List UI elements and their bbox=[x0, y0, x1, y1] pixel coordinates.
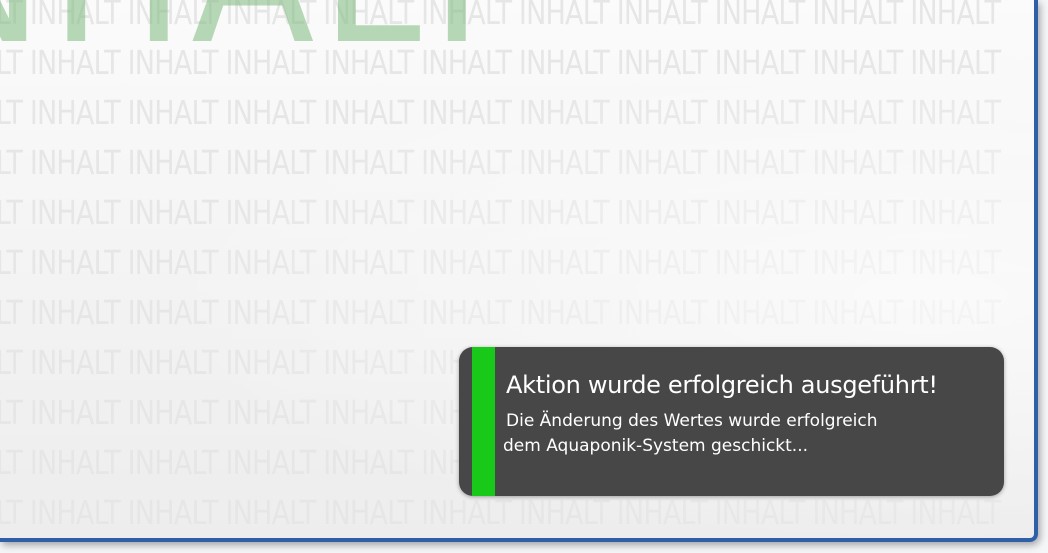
watermark-row: INHALT INHALT INHALT INHALT INHALT INHAL… bbox=[0, 293, 1001, 332]
page-title: INHALT bbox=[0, 0, 518, 86]
toast-message-line: Die Änderung des Wertes wurde erfolgreic… bbox=[506, 411, 878, 431]
watermark-row: INHALT INHALT INHALT INHALT INHALT INHAL… bbox=[0, 93, 1001, 132]
toast-message-line: dem Aquaponik-System geschickt... bbox=[503, 436, 809, 456]
toast-message: Die Änderung des Wertes wurde erfolgreic… bbox=[503, 409, 878, 459]
watermark-row: INHALT INHALT INHALT INHALT INHALT INHAL… bbox=[0, 143, 1001, 182]
toast-title: Aktion wurde erfolgreich ausgeführt! bbox=[506, 371, 938, 399]
watermark-row: INHALT INHALT INHALT INHALT INHALT INHAL… bbox=[0, 193, 1001, 232]
watermark-row: INHALT INHALT INHALT INHALT INHALT INHAL… bbox=[0, 243, 1001, 282]
success-toast[interactable]: Aktion wurde erfolgreich ausgeführt! Die… bbox=[459, 347, 1004, 496]
success-accent-bar bbox=[472, 347, 495, 496]
